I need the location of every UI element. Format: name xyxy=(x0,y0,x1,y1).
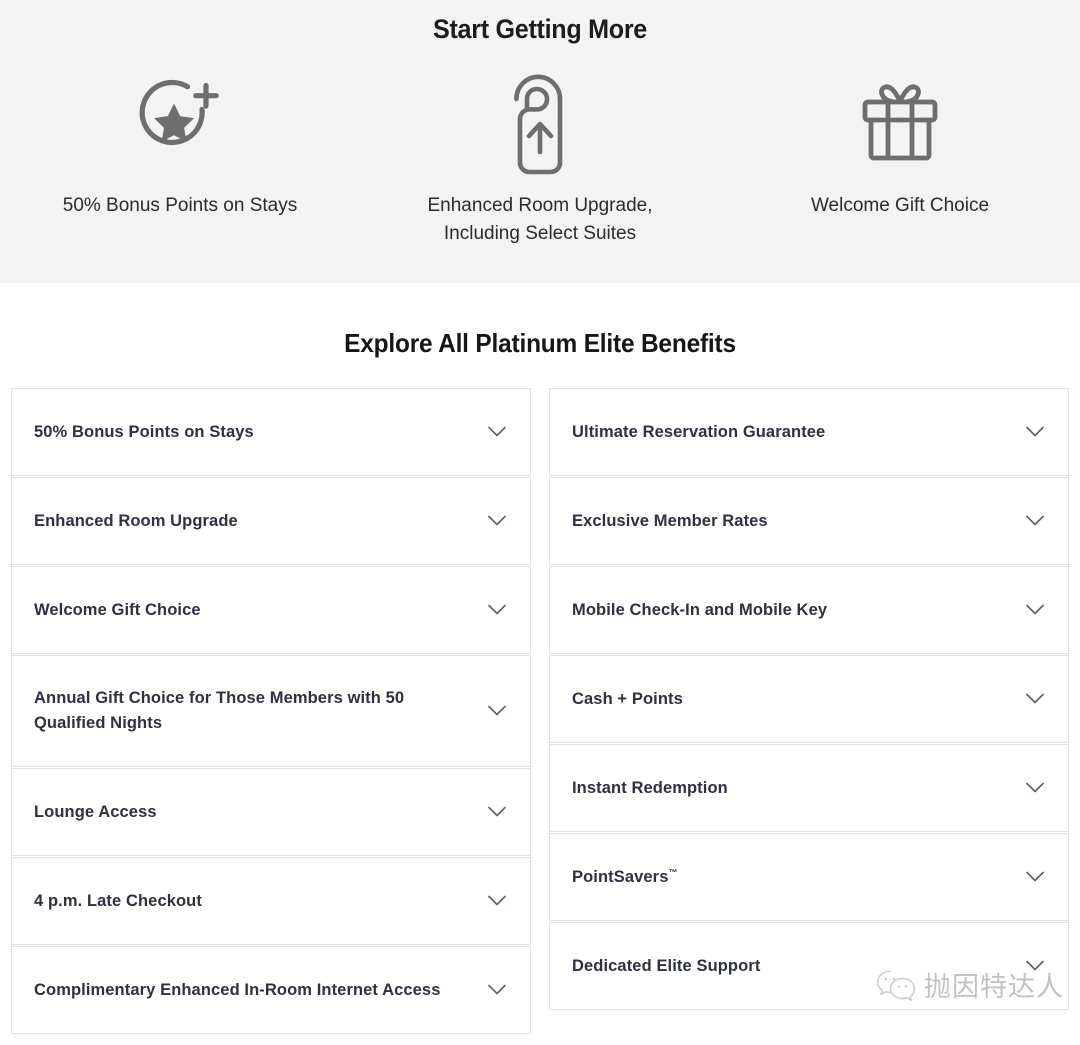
hero-section: Start Getting More 50% Bonus Points on S… xyxy=(0,0,1080,283)
chevron-down-icon[interactable] xyxy=(1024,955,1046,977)
accordion-label-text: PointSavers xyxy=(572,867,669,886)
benefits-section: Explore All Platinum Elite Benefits 50% … xyxy=(0,283,1080,1034)
accordion-label: Enhanced Room Upgrade xyxy=(34,511,238,530)
chevron-down-icon[interactable] xyxy=(1024,777,1046,799)
accordion-item-ultimate-reservation-guarantee[interactable]: Ultimate Reservation Guarantee xyxy=(549,388,1069,476)
accordion-label: Complimentary Enhanced In-Room Internet … xyxy=(34,980,441,999)
accordion-item-enhanced-room-upgrade[interactable]: Enhanced Room Upgrade xyxy=(11,477,531,565)
accordion-label: Cash + Points xyxy=(572,689,683,708)
star-plus-icon xyxy=(134,71,226,171)
accordion-item-dedicated-elite-support[interactable]: Dedicated Elite Support xyxy=(549,922,1069,1010)
hero-feature-label: Welcome Gift Choice xyxy=(810,195,990,216)
chevron-down-icon[interactable] xyxy=(486,700,508,722)
hero-feature-label: 50% Bonus Points on Stays xyxy=(62,195,298,216)
chevron-down-icon[interactable] xyxy=(486,801,508,823)
accordion-item-instant-redemption[interactable]: Instant Redemption xyxy=(549,744,1069,832)
chevron-down-icon[interactable] xyxy=(1024,688,1046,710)
benefits-title: Explore All Platinum Elite Benefits xyxy=(344,328,736,358)
chevron-down-icon[interactable] xyxy=(1024,866,1046,888)
accordion-label: 50% Bonus Points on Stays xyxy=(34,422,254,441)
accordion-item-pointsavers[interactable]: PointSavers™ xyxy=(549,833,1069,921)
hero-feature-list: 50% Bonus Points on Stays Enhanced Room … xyxy=(0,71,1080,248)
chevron-down-icon[interactable] xyxy=(486,979,508,1001)
accordion-label: Lounge Access xyxy=(34,802,157,821)
chevron-down-icon[interactable] xyxy=(486,890,508,912)
chevron-down-icon[interactable] xyxy=(1024,510,1046,532)
chevron-down-icon[interactable] xyxy=(486,510,508,532)
hero-feature-label: Enhanced Room Upgrade, Including Select … xyxy=(427,195,653,244)
accordion-item-cash-plus-points[interactable]: Cash + Points xyxy=(549,655,1069,743)
door-hanger-upgrade-icon xyxy=(497,71,583,175)
benefits-column-left: 50% Bonus Points on Stays Enhanced Room … xyxy=(11,388,531,1034)
accordion-label: Instant Redemption xyxy=(572,778,728,797)
accordion-item-exclusive-member-rates[interactable]: Exclusive Member Rates xyxy=(549,477,1069,565)
accordion-item-mobile-checkin[interactable]: Mobile Check-In and Mobile Key xyxy=(549,566,1069,654)
accordion-label: Mobile Check-In and Mobile Key xyxy=(572,600,828,619)
accordion-label: Welcome Gift Choice xyxy=(34,600,201,619)
accordion-label: Ultimate Reservation Guarantee xyxy=(572,422,826,441)
chevron-down-icon[interactable] xyxy=(1024,599,1046,621)
hero-feature-room-upgrade: Enhanced Room Upgrade, Including Select … xyxy=(360,71,720,248)
accordion-item-lounge-access[interactable]: Lounge Access xyxy=(11,768,531,856)
accordion-item-internet-access[interactable]: Complimentary Enhanced In-Room Internet … xyxy=(11,946,531,1034)
accordion-label: PointSavers™ xyxy=(572,865,1024,890)
accordion-item-welcome-gift-choice[interactable]: Welcome Gift Choice xyxy=(11,566,531,654)
accordion-label: 4 p.m. Late Checkout xyxy=(34,891,202,910)
accordion-item-annual-gift-choice[interactable]: Annual Gift Choice for Those Members wit… xyxy=(11,655,531,767)
hero-feature-bonus-points: 50% Bonus Points on Stays xyxy=(0,71,360,248)
accordion-label: Annual Gift Choice for Those Members wit… xyxy=(34,689,405,732)
trademark-symbol: ™ xyxy=(668,867,678,877)
benefits-column-right: Ultimate Reservation Guarantee Exclusive… xyxy=(549,388,1069,1010)
hero-feature-welcome-gift: Welcome Gift Choice xyxy=(720,71,1080,248)
chevron-down-icon[interactable] xyxy=(1024,421,1046,443)
accordion-label: Exclusive Member Rates xyxy=(572,511,768,530)
hero-title: Start Getting More xyxy=(432,14,648,44)
accordion-item-bonus-points[interactable]: 50% Bonus Points on Stays xyxy=(11,388,531,476)
accordion-item-late-checkout[interactable]: 4 p.m. Late Checkout xyxy=(11,857,531,945)
benefits-accordion-grid: 50% Bonus Points on Stays Enhanced Room … xyxy=(0,388,1080,1034)
accordion-label: Dedicated Elite Support xyxy=(572,956,761,975)
chevron-down-icon[interactable] xyxy=(486,421,508,443)
gift-icon xyxy=(854,71,946,171)
chevron-down-icon[interactable] xyxy=(486,599,508,621)
